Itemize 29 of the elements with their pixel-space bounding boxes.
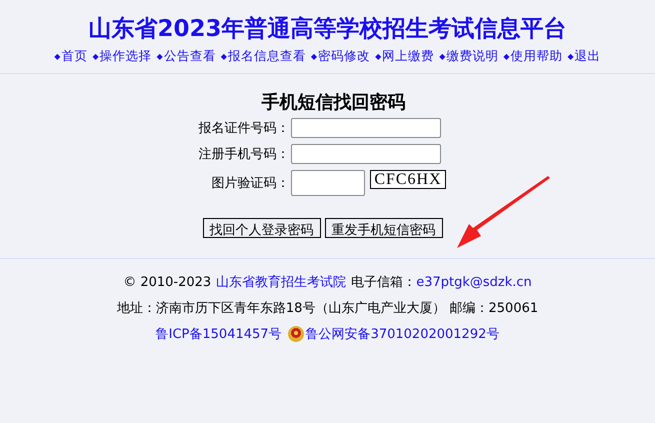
captcha-image: CFC6HX (370, 170, 446, 189)
nav-link[interactable]: ◆缴费说明 (439, 48, 498, 65)
nav-link[interactable]: ◆网上缴费 (375, 48, 434, 65)
field-label: 图片验证码： (210, 175, 290, 192)
org-link[interactable]: 山东省教育招生考试院 (216, 273, 346, 291)
input-field[interactable] (291, 118, 442, 138)
submit-button[interactable]: 找回个人登录密码 (202, 218, 320, 238)
email-label: 电子信箱： (351, 274, 416, 291)
captcha-field[interactable] (291, 170, 366, 196)
police-link[interactable]: 鲁公网安备37010202001292号 (306, 325, 500, 343)
field-label: 报名证件号码： (197, 120, 290, 137)
arrow-icon (455, 176, 551, 250)
nav-link[interactable]: ◆报名信息查看 (220, 48, 306, 65)
nav-link[interactable]: ◆使用帮助 (503, 48, 563, 65)
address-text: 地址：济南市历下区青年东路18号（山东广电产业大厦） 邮编：250061 (116, 300, 538, 317)
nav-link[interactable]: ◆操作选择 (92, 48, 152, 65)
nav-link[interactable]: ◆退出 (568, 48, 601, 65)
field-label: 注册手机号码： (197, 146, 290, 163)
icp-link[interactable]: 鲁ICP备15041457号 (156, 325, 282, 343)
nav-link[interactable]: ◆密码修改 (310, 48, 370, 65)
copyright-text: © 2010-2023 (123, 274, 212, 290)
nav-link[interactable]: ◆公告查看 (156, 48, 216, 65)
submit-button[interactable]: 重发手机短信密码 (324, 218, 442, 238)
site-title: 山东省2023年普通高等学校招生考试信息平台 (88, 14, 566, 44)
form-title: 手机短信找回密码 (262, 91, 406, 114)
emblem-icon (286, 325, 305, 343)
email-link[interactable]: e37ptgk@sdzk.cn (416, 274, 532, 290)
input-field[interactable] (291, 144, 442, 164)
nav-link[interactable]: ◆首页 (54, 48, 88, 65)
